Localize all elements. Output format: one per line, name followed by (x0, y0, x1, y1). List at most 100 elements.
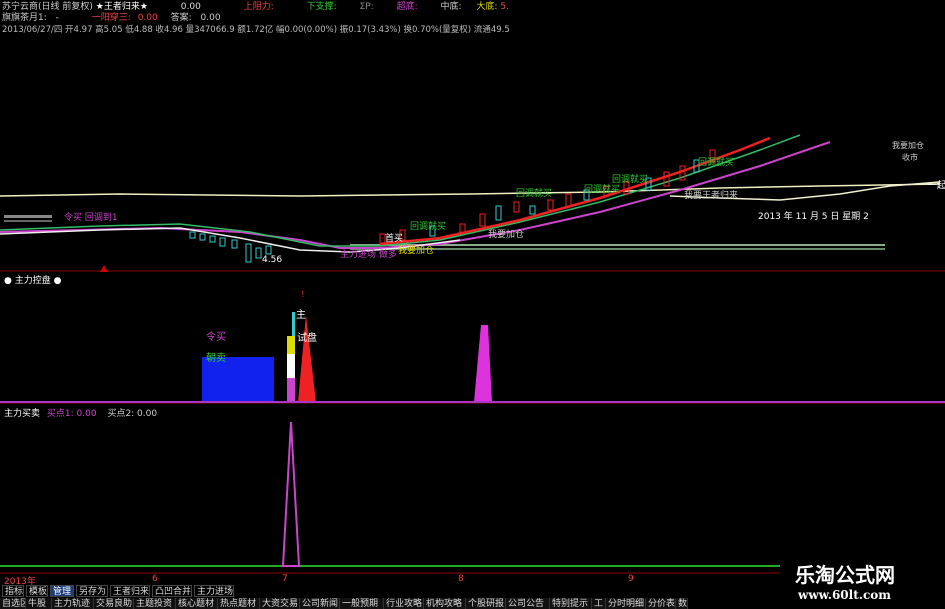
magenta-spike (474, 325, 492, 402)
candle-3 (219, 237, 226, 247)
left-gray-bar-1 (4, 215, 52, 218)
anno-right-1: 一起涨 (928, 181, 945, 191)
time-axis-m7: 7 (282, 574, 288, 584)
candle-2 (209, 235, 216, 243)
time-axis-m9: 9 (628, 574, 634, 584)
menu-item-13[interactable]: 公司公告 (506, 598, 550, 609)
down-support-label: 下支撑: (306, 2, 337, 12)
menu-item-9[interactable]: 一般预期 (340, 598, 384, 609)
watermark: 乐淘公式网 www.60lt.com (780, 553, 945, 609)
menu-item-14[interactable]: 特别提示 (550, 598, 592, 609)
formula-name: ★王者归来★ (95, 2, 148, 12)
row2-mid: 一阳穿三: (91, 13, 131, 23)
row2-mid-val: 0.00 (137, 13, 158, 23)
menu-item-12[interactable]: 个股研报 (466, 598, 506, 609)
candle-12 (479, 213, 486, 227)
menu-item-17[interactable]: 分价表 (646, 598, 676, 609)
panel2-ling-mai: 令买 (206, 332, 226, 343)
yellow-block (287, 336, 295, 354)
anno-huidiao-4: 回调就买 (612, 175, 649, 185)
anno-huidiao-2: 回调就买 (516, 189, 553, 199)
menu-item-6[interactable]: 热点题材 (218, 598, 260, 609)
candle-13 (495, 205, 502, 221)
row2-dash: - (55, 13, 59, 23)
tab-0[interactable]: 指标 (2, 585, 24, 597)
candle-0 (189, 231, 196, 239)
anno-huidiao-1: 回调就买 (410, 222, 447, 232)
big-label: 大底: (476, 2, 498, 12)
header-row-2: 旗旗茶月1: - 一阳穿三: 0.00 答案: 0.00 (2, 12, 221, 24)
anno-low-price: 4.56 (262, 255, 283, 265)
tab-3[interactable]: 另存为 (76, 585, 108, 597)
anno-jiacang-2: 我要加仓 (398, 246, 435, 256)
anno-jiacang-1: 我要加仓 (488, 230, 525, 240)
long-ma-line (0, 183, 941, 197)
candle-16 (547, 199, 554, 211)
left-gray-bar-2 (4, 220, 52, 222)
menu-item-16[interactable]: 分时明细 (606, 598, 646, 609)
menu-item-0[interactable]: 自选区 (0, 598, 26, 609)
tab-1[interactable]: 模板 (26, 585, 48, 597)
panel2-title: ● 主力控盘 ● (4, 276, 62, 286)
watermark-title: 乐淘公式网 (795, 563, 895, 587)
watermark-url: www.60lt.com (798, 588, 891, 602)
menu-item-2[interactable]: 主力轨迹 (52, 598, 94, 609)
tab-4[interactable]: 王者归来 (110, 585, 150, 597)
menu-item-4[interactable]: 主题投资 (134, 598, 176, 609)
sigma-label: ΣP: (359, 2, 374, 12)
menu-item-18[interactable]: 数 (676, 598, 688, 609)
menu-item-10[interactable]: 行业攻略 (384, 598, 424, 609)
panel2-shi-pan: 试盘 (297, 333, 317, 344)
panel3-buy2: 买点2: 0.00 (107, 409, 158, 419)
anno-ling-mai: 令买 回调到1 (64, 213, 118, 223)
magenta-block (287, 378, 295, 402)
answer-val: 0.00 (200, 13, 221, 23)
menu-item-1[interactable]: 牛股 (26, 598, 52, 609)
tab-5[interactable]: 凸凹合并 (152, 585, 192, 597)
stock-chart-canvas[interactable] (0, 0, 945, 609)
big-value: 5. (500, 2, 509, 12)
candle-5 (245, 243, 252, 263)
tab-6[interactable]: 主力进场 (194, 585, 234, 597)
menu-item-3[interactable]: 交易良助 (94, 598, 134, 609)
row2-label: 旗旗茶月1: (2, 13, 47, 23)
menu-item-11[interactable]: 机构攻略 (424, 598, 466, 609)
header-row-3: 2013/06/27/四 开4.97 高5.05 低4.88 收4.96 量34… (2, 25, 510, 35)
candle-11 (459, 223, 466, 233)
anno-zhuli-jinchang: 主力进场 做多 (340, 250, 397, 260)
date-label: 2013 年 11 月 5 日 星期 2 (758, 212, 869, 222)
menu-item-8[interactable]: 公司新闻 (300, 598, 340, 609)
time-axis-m6: 6 (152, 574, 158, 584)
candle-14 (513, 201, 520, 213)
panel2-jiu: ! (301, 290, 305, 300)
bottom-label: 超底: (396, 2, 418, 12)
anno-shou-mai: 首买 (385, 234, 404, 244)
panel2-title-text: 主力控盘 (14, 276, 51, 286)
menu-item-5[interactable]: 核心题材 (176, 598, 218, 609)
candle-1 (199, 233, 206, 241)
panel3-title: 主力买卖 (4, 409, 41, 419)
time-axis-m8: 8 (458, 574, 464, 584)
candle-7 (265, 245, 272, 255)
tab-2[interactable]: 管理 (50, 585, 74, 597)
candle-4 (231, 239, 238, 249)
panel2-zhu: 主 (296, 310, 306, 321)
candle-17 (565, 193, 572, 207)
mid-label: 中底: (440, 2, 462, 12)
menu-item-15[interactable]: 工 (592, 598, 606, 609)
answer-label: 答案: (170, 13, 192, 23)
anno-right-3: 收市 (902, 153, 918, 162)
panel3-buy1: 买点1: 0.00 (46, 409, 97, 419)
anno-wangzhe: 我要王者归来 (684, 191, 739, 201)
value-a: 0.00 (180, 2, 201, 12)
panel2-chao-mai: 朝卖 (206, 353, 226, 364)
chart-header: 苏宁云商(日线 前复权) ★王者归来★ 0.00 上阻力: 下支撑: ΣP: 超… (0, 0, 535, 36)
anno-right-2: 我要加仓 (892, 141, 924, 150)
candle-6 (255, 247, 262, 259)
candle-15 (529, 205, 536, 215)
stock-title[interactable]: 苏宁云商(日线 前复权) (2, 2, 93, 12)
menu-item-7[interactable]: 大资交易 (260, 598, 300, 609)
cyan-block (292, 312, 295, 336)
white-block (287, 354, 295, 378)
panel3-spike (281, 421, 301, 567)
